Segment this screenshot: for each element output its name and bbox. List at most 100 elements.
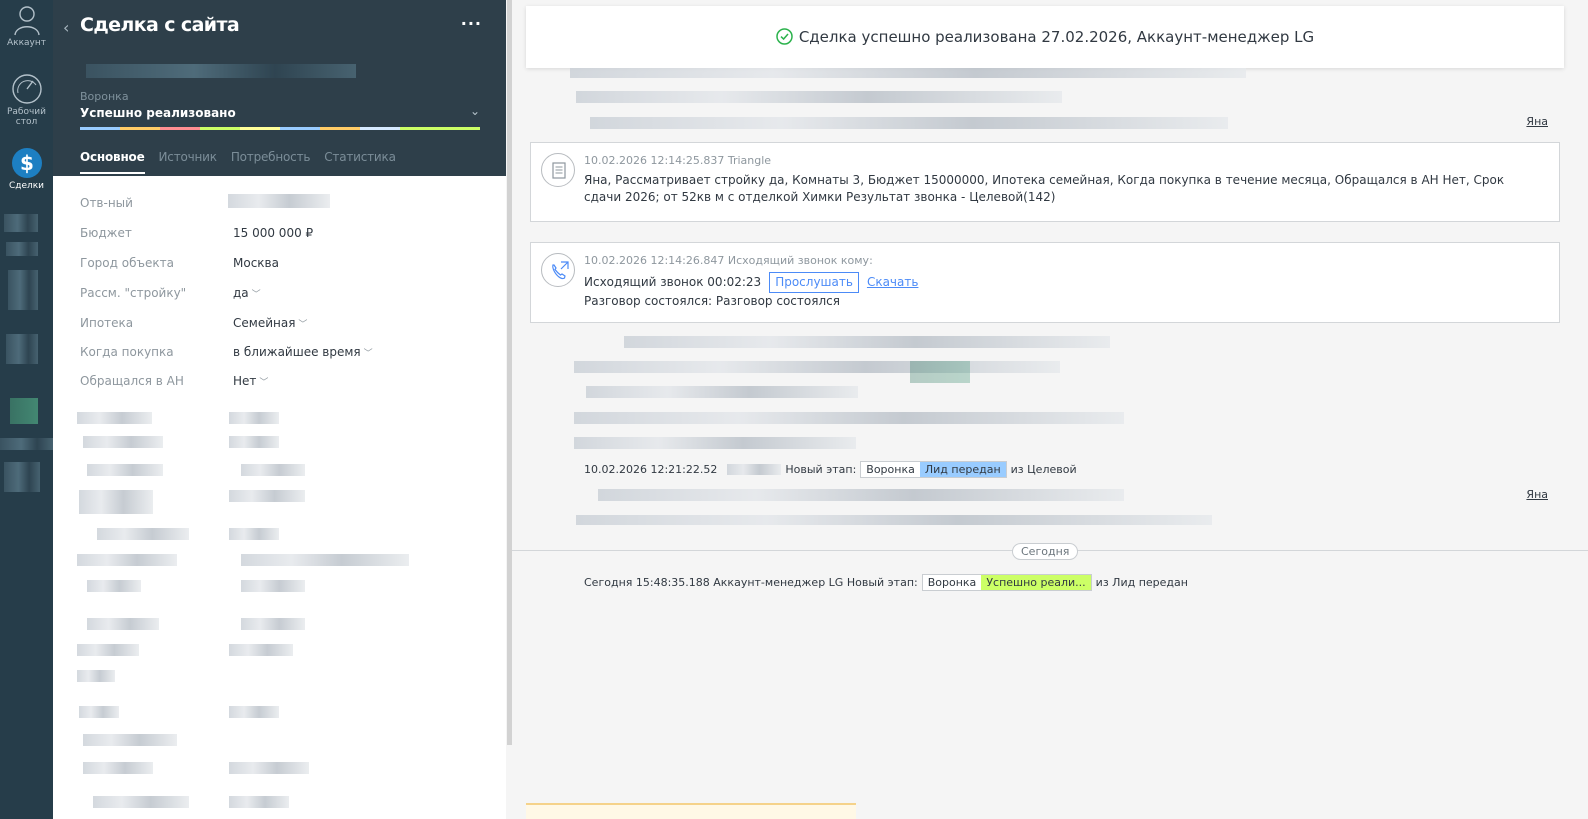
blurred-field-label <box>87 464 163 476</box>
blurred-field-label <box>93 796 189 808</box>
card-tabs: Основное Источник Потребность Статистика <box>80 150 396 174</box>
chevron-down-icon: ﹀ <box>298 320 308 330</box>
blurred-message <box>576 91 1062 103</box>
nav-dashboard-label: Рабочий стол <box>6 107 46 127</box>
status-banner: Сделка успешно реализована 27.02.2026, А… <box>526 6 1564 68</box>
call-meta: 10.02.2026 12:14:26.847 Исходящий звонок… <box>584 254 873 267</box>
blurred-field-label <box>83 734 177 746</box>
blurred-field-label <box>87 580 141 592</box>
field-label: Бюджет <box>80 226 132 240</box>
nav-blurred-item <box>10 398 38 424</box>
blurred-field-label <box>77 670 115 682</box>
stage-name: Успешно реали... <box>981 575 1091 590</box>
pipeline-name: Воронка <box>861 462 920 477</box>
select-value: Нет <box>233 374 257 388</box>
dollar-icon: $ <box>11 148 42 178</box>
stage-name: Лид передан <box>919 462 1006 477</box>
blurred-message <box>574 361 1060 373</box>
note-icon <box>541 153 575 187</box>
pipeline-select[interactable]: Успешно реализовано <box>80 106 236 120</box>
download-link[interactable]: Скачать <box>867 275 919 289</box>
blurred-field-label <box>83 762 153 774</box>
nav-blurred-item <box>8 270 38 310</box>
tab-needs[interactable]: Потребность <box>231 150 311 174</box>
more-options-icon[interactable]: ··· <box>461 14 482 33</box>
blurred-field-value <box>229 706 279 718</box>
blurred-field-value <box>241 580 305 592</box>
user-icon <box>13 6 40 36</box>
note-meta: 10.02.2026 12:14:25.837 Triangle <box>584 154 772 167</box>
field-label: Город объекта <box>80 256 174 270</box>
tab-main[interactable]: Основное <box>80 150 145 174</box>
field-label: Отв-ный <box>80 196 133 210</box>
blurred-field-value <box>229 644 293 656</box>
nav-account[interactable]: Аккаунт <box>0 2 53 48</box>
call-line: Исходящий звонок 00:02:23 Прослушать Скача… <box>584 272 1545 293</box>
status-banner-text: Сделка успешно реализована 27.02.2026, А… <box>798 28 1315 46</box>
blurred-field-label <box>83 436 163 448</box>
nav-blurred-item <box>0 438 53 450</box>
blurred-user <box>727 464 782 475</box>
blurred-message <box>574 412 1124 424</box>
field-label: Когда покупка <box>80 345 174 359</box>
blurred-field-label <box>77 644 139 656</box>
pipeline-progress-bar <box>80 127 480 130</box>
blurred-message <box>598 489 1124 501</box>
nav-account-label: Аккаунт <box>7 38 46 48</box>
blurred-message <box>576 515 1212 525</box>
nav-deals[interactable]: $ Сделки <box>0 147 53 191</box>
author-link[interactable]: Яна <box>1526 115 1548 128</box>
blurred-field-value <box>229 436 279 448</box>
event-from: из Целевой <box>1010 463 1077 476</box>
blurred-message <box>570 68 1246 78</box>
outgoing-call-icon <box>541 253 575 287</box>
agency-select[interactable]: Нет ﹀ <box>233 374 268 388</box>
blurred-field-value <box>229 490 305 502</box>
blurred-field-value <box>229 796 289 808</box>
blurred-field-value <box>241 554 409 566</box>
blurred-field-value <box>241 464 305 476</box>
call-title: Исходящий звонок 00:02:23 <box>584 275 762 289</box>
stage-pill: Воронка Лид передан <box>860 461 1007 478</box>
back-arrow-icon[interactable]: ‹ <box>63 18 69 37</box>
purchase-time-select[interactable]: в ближайшее время ﹀ <box>233 345 373 359</box>
stage-change-event: 10.02.2026 12:21:22.52 Новый этап: Ворон… <box>584 461 1077 478</box>
chevron-down-icon[interactable]: ⌄ <box>470 104 480 118</box>
author-link[interactable]: Яна <box>1526 488 1548 501</box>
blurred-message <box>586 386 858 398</box>
budget-value[interactable]: 15 000 000 ₽ <box>233 226 313 240</box>
deal-card-header: ‹ Сделка с сайта ··· Воронка Успешно реа… <box>53 0 506 176</box>
blurred-message <box>624 336 1110 348</box>
nav-blurred-item <box>6 242 38 256</box>
tab-source[interactable]: Источник <box>159 150 217 174</box>
pipeline-label: Воронка <box>80 90 129 103</box>
today-label: Сегодня <box>1012 543 1079 560</box>
city-value[interactable]: Москва <box>233 256 279 270</box>
chevron-down-icon: ﹀ <box>363 349 373 359</box>
select-value: Семейная <box>233 316 296 330</box>
call-item: 10.02.2026 12:14:26.847 Исходящий звонок… <box>530 242 1560 323</box>
blurred-tags <box>86 64 356 78</box>
tab-statistics[interactable]: Статистика <box>324 150 396 174</box>
blurred-user[interactable] <box>228 194 330 208</box>
call-result: Разговор состоялся: Разговор состоялся <box>584 294 840 308</box>
feed-panel: Сделка успешно реализована 27.02.2026, А… <box>512 0 1588 819</box>
main-nav: Аккаунт Рабочий стол $ Сделки <box>0 0 53 819</box>
blurred-field-value <box>229 412 279 424</box>
deal-title[interactable]: Сделка с сайта <box>80 14 240 36</box>
blurred-field-label <box>79 706 119 718</box>
event-text: Сегодня 15:48:35.188 Аккаунт-менеджер LG… <box>584 576 918 589</box>
blurred-message <box>574 437 856 449</box>
event-text: Новый этап: <box>785 463 857 476</box>
pipeline-name: Воронка <box>922 575 982 590</box>
speedometer-icon <box>11 74 42 104</box>
considers-construction-select[interactable]: да ﹀ <box>233 286 261 300</box>
listen-button[interactable]: Прослушать <box>769 272 859 293</box>
note-item: 10.02.2026 12:14:25.837 Triangle Яна, Ра… <box>530 142 1560 222</box>
event-from: из Лид передан <box>1095 576 1188 589</box>
blurred-field-label <box>97 528 189 540</box>
svg-text:$: $ <box>20 151 34 175</box>
mortgage-select[interactable]: Семейная ﹀ <box>233 316 307 330</box>
nav-dashboard[interactable]: Рабочий стол <box>0 73 53 127</box>
chevron-down-icon: ﹀ <box>259 378 269 388</box>
